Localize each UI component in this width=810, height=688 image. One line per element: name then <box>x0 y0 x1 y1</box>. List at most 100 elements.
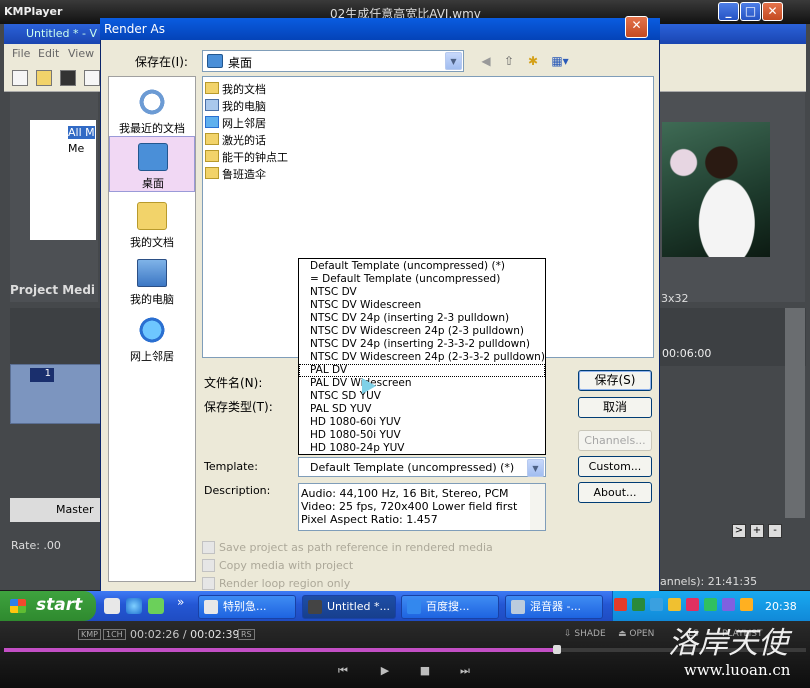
template-label: Template: <box>204 460 258 473</box>
show-desktop-icon[interactable] <box>104 598 120 614</box>
task-button[interactable]: 百度搜... <box>401 595 499 619</box>
save-button[interactable]: 保存(S) <box>578 370 652 391</box>
tray-app-icon[interactable] <box>650 598 663 611</box>
messenger-icon[interactable] <box>148 598 164 614</box>
zoom-in-button[interactable]: + <box>750 524 764 538</box>
template-option[interactable]: NTSC DV 24p (inserting 2-3-3-2 pulldown) <box>299 338 545 351</box>
timeline-next-button[interactable]: > <box>732 524 746 538</box>
save-disk-icon[interactable] <box>60 70 76 86</box>
timeline-scrollbar[interactable] <box>785 308 805 518</box>
template-option[interactable]: NTSC DV Widescreen 24p (2-3 pulldown) <box>299 325 545 338</box>
task-button-active[interactable]: Untitled *... <box>302 595 396 619</box>
file-type-label: 保存类型(T): <box>204 400 273 414</box>
shade-button[interactable]: ⇩ SHADE <box>564 629 606 639</box>
place-recent[interactable]: 我最近的文档 <box>109 82 195 138</box>
start-button[interactable]: start <box>0 591 96 621</box>
custom-button[interactable]: Custom... <box>578 456 652 477</box>
tree-item-media[interactable]: Me <box>68 142 84 155</box>
folder-icon <box>205 82 219 94</box>
previous-icon[interactable]: ⏮ <box>334 664 352 678</box>
open-button[interactable]: ⏏ OPEN <box>618 629 654 639</box>
next-icon[interactable]: ⏭ <box>456 664 474 678</box>
place-my-documents[interactable]: 我的文档 <box>109 196 195 252</box>
description-scrollbar[interactable] <box>530 484 545 530</box>
template-option[interactable]: Default Template (uncompressed) (*) <box>299 260 545 273</box>
project-media-tab[interactable]: Project Medi <box>10 283 100 303</box>
kmplayer-restore-button[interactable]: □ <box>740 2 761 21</box>
menu-file[interactable]: File <box>12 47 30 60</box>
channels-status: annels): 21:41:35 <box>660 575 758 588</box>
save-path-reference-checkbox[interactable] <box>202 541 215 554</box>
template-option[interactable]: PAL DV Widescreen <box>299 377 545 390</box>
kmplayer-close-button[interactable]: ✕ <box>762 2 783 21</box>
up-folder-icon[interactable]: ⇧ <box>500 53 518 69</box>
tree-item-all-media[interactable]: All M <box>68 126 95 139</box>
template-option[interactable]: HD 1080-50i YUV <box>299 429 545 442</box>
template-option[interactable]: NTSC DV 24p (inserting 2-3 pulldown) <box>299 312 545 325</box>
preview-resolution: 3x32 <box>661 292 689 305</box>
tray-app-icon[interactable] <box>614 598 627 611</box>
template-option[interactable]: NTSC SD YUV <box>299 390 545 403</box>
zoom-out-button[interactable]: - <box>768 524 782 538</box>
seek-handle[interactable] <box>553 645 561 654</box>
play-icon[interactable]: ▶ <box>376 664 394 678</box>
save-in-label: 保存在(I): <box>135 55 188 69</box>
template-option[interactable]: NTSC DV Widescreen 24p (2-3-3-2 pulldown… <box>299 351 545 364</box>
tray-app-icon[interactable] <box>686 598 699 611</box>
save-in-dropdown[interactable]: 桌面 ▼ <box>202 50 464 72</box>
video-track-header[interactable] <box>10 364 102 424</box>
timeline-timecode: 00:06:00 <box>662 347 712 360</box>
place-desktop[interactable]: 桌面 <box>109 136 195 192</box>
new-icon[interactable] <box>12 70 28 86</box>
desktop-icon <box>138 143 168 171</box>
new-folder-icon[interactable]: ✱ <box>524 53 542 69</box>
tray-app-icon[interactable] <box>632 598 645 611</box>
task-button[interactable]: 特别急... <box>198 595 296 619</box>
chevron-down-icon[interactable]: ▼ <box>445 52 462 70</box>
kmplayer-minimize-button[interactable]: _ <box>718 2 739 21</box>
back-icon[interactable]: ◀ <box>477 53 495 69</box>
template-option[interactable]: PAL DV <box>299 364 545 377</box>
channel-badge: 1CH <box>103 629 126 640</box>
template-option[interactable]: NTSC DV Widescreen <box>299 299 545 312</box>
vegas-title: Untitled * - V <box>26 27 97 40</box>
about-button[interactable]: About... <box>578 482 652 503</box>
dialog-close-button[interactable]: ✕ <box>625 16 648 38</box>
mouse-cursor-icon <box>362 378 376 394</box>
master-bus[interactable]: Master <box>10 498 102 522</box>
render-icon[interactable] <box>84 70 100 86</box>
views-menu-icon[interactable]: ▦▾ <box>548 53 572 69</box>
place-network[interactable]: 网上邻居 <box>109 310 195 366</box>
tray-app-icon[interactable] <box>704 598 717 611</box>
menu-view[interactable]: View <box>68 47 94 60</box>
total-time: 00:02:39 <box>190 628 240 641</box>
clock: 20:38 <box>765 600 797 613</box>
template-option[interactable]: NTSC DV <box>299 286 545 299</box>
template-option[interactable]: HD 1080-60i YUV <box>299 416 545 429</box>
template-option[interactable]: HD 1080-24p YUV <box>299 442 545 455</box>
stop-icon[interactable]: ■ <box>416 664 434 678</box>
folder-icon <box>205 133 219 145</box>
tray-app-icon[interactable] <box>722 598 735 611</box>
copy-media-checkbox[interactable] <box>202 559 215 572</box>
cancel-button[interactable]: 取消 <box>578 397 652 418</box>
open-folder-icon[interactable] <box>36 70 52 86</box>
template-option[interactable]: = Default Template (uncompressed) <box>299 273 545 286</box>
menu-edit[interactable]: Edit <box>38 47 59 60</box>
chevron-down-icon[interactable]: ▼ <box>527 459 544 477</box>
template-dropdown[interactable]: Default Template (uncompressed) (*) ▼ <box>298 457 546 477</box>
track-number: 1 <box>30 368 54 382</box>
description-line: Audio: 44,100 Hz, 16 Bit, Stereo, PCM <box>301 487 509 500</box>
description-line: Video: 25 fps, 720x400 Lower field first <box>301 500 518 513</box>
ie-icon[interactable] <box>126 598 142 614</box>
task-button[interactable]: 混音器 -... <box>505 595 603 619</box>
folder-icon <box>205 150 219 162</box>
tray-app-icon[interactable] <box>668 598 681 611</box>
template-option[interactable]: PAL SD YUV <box>299 403 545 416</box>
place-my-computer[interactable]: 我的电脑 <box>109 253 195 309</box>
quicklaunch-chevron[interactable]: » <box>177 595 184 609</box>
render-loop-label: Render loop region only <box>219 577 351 590</box>
render-loop-checkbox[interactable] <box>202 577 215 590</box>
channels-button: Channels... <box>578 430 652 451</box>
volume-icon[interactable] <box>740 598 753 611</box>
